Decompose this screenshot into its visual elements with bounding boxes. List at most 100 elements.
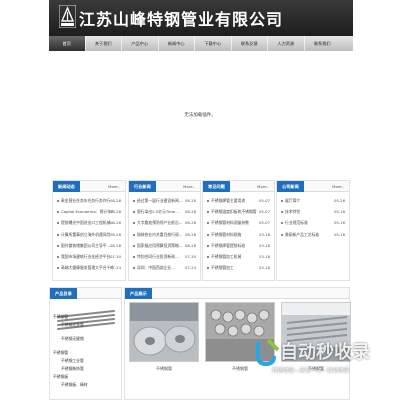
list-item[interactable]: 奉金营业任务车任务行务作行 08-28 xyxy=(53,195,125,206)
list-item[interactable]: 不锈钢管材料测量参数 05-07 xyxy=(203,217,274,228)
list-item[interactable]: 不锈钢管加工 03-18 xyxy=(203,262,274,273)
panel-tab[interactable]: 产品目录 xyxy=(50,288,77,299)
list-item[interactable]: 行业规范标准 05-16 xyxy=(277,217,349,228)
panel-header: 公司新闻 More.. xyxy=(277,181,349,192)
company-logo-icon xyxy=(59,5,76,28)
nav-download[interactable]: 下载中心 xyxy=(195,36,231,51)
bullet-icon xyxy=(57,200,59,202)
bullet-icon xyxy=(57,244,59,247)
nav-divider xyxy=(157,36,159,51)
menu-item[interactable]: 不锈钢板、棒材 xyxy=(53,381,88,389)
company-news-panel: 公司新闻 More.. 展厅简介 05-26 技术特别 05-16 行业规范标准 05… xyxy=(276,180,350,281)
list-item[interactable]: 不锈钢焊管主要用途 05-07 xyxy=(203,195,274,206)
nav-divider xyxy=(194,36,195,51)
company-name: 江苏山峰特钢管业有限公司 xyxy=(79,10,284,29)
list-item[interactable]: 高端大健康服务管理大平台千中… 07-24 xyxy=(53,262,125,273)
bullet-icon xyxy=(57,255,59,258)
list-item[interactable]: 不锈钢焊管提前标准 03-18 xyxy=(203,240,274,251)
nav-divider xyxy=(84,36,86,51)
menu-category[interactable]: 不锈钢板 xyxy=(53,373,88,381)
bullet-icon xyxy=(281,233,283,236)
panel-tab[interactable]: 公司新闻 xyxy=(277,181,304,192)
list-item[interactable]: 计算所董事创立海外机遇风险 08-28 xyxy=(53,229,125,240)
bullet-icon xyxy=(133,211,135,214)
nav-home[interactable]: 首页 xyxy=(49,36,85,51)
product-caption[interactable]: 不锈钢管 xyxy=(129,366,199,372)
news-panel: 新闻动态 More.. 奉金营业任务车任务行务作行 08-28 Capital E… xyxy=(52,180,126,281)
more-link[interactable]: More.. xyxy=(183,181,195,192)
list-item[interactable]: 银行拿出2.5亿元Time… 08-28 xyxy=(129,206,200,217)
bullet-icon xyxy=(207,233,209,236)
list-item[interactable]: 国家级应用预算投资策略… 08-28 xyxy=(129,240,200,251)
nav-divider xyxy=(230,36,232,51)
menu-item[interactable]: 不锈钢无缝钢 xyxy=(53,335,88,343)
product-menu-panel: 产品目录 不锈钢管 不锈钢光亮管 不锈钢无缝钢 不锈钢管 不锈钢工业管 不锈钢装… xyxy=(49,287,122,400)
panel-tab[interactable]: 常见问题 xyxy=(203,181,230,192)
list-item[interactable]: 技术特别 05-16 xyxy=(277,206,349,217)
list-item[interactable]: 刚装修业内关重目前行规… 08-28 xyxy=(129,229,200,240)
list-item[interactable]: 特别合同行业投资新闻… 07-30 xyxy=(129,251,200,262)
panel-header: 新闻动态 More.. xyxy=(53,181,125,192)
menu-item[interactable]: 不锈钢工业管 xyxy=(53,357,88,365)
bullet-icon xyxy=(207,200,209,202)
bullet-icon xyxy=(133,244,135,247)
menu-category[interactable]: 不锈钢管 xyxy=(53,349,88,357)
site-header: 江苏山峰特钢管业有限公司 xyxy=(49,0,353,36)
product-menu: 不锈钢管 不锈钢光亮管 不锈钢无缝钢 不锈钢管 不锈钢工业管 不锈钢装饰管 不锈… xyxy=(53,313,88,389)
more-link[interactable]: More.. xyxy=(108,181,120,192)
panel-header: 常见问题 More.. xyxy=(203,181,274,192)
menu-category[interactable]: 不锈钢管 xyxy=(53,313,88,321)
bullet-icon xyxy=(57,211,59,214)
list-item[interactable]: 国外散装储集团公司主导平… 08-28 xyxy=(53,240,125,251)
panel-header: 产品展示 xyxy=(125,288,349,299)
bullet-icon xyxy=(207,255,209,258)
nav-divider xyxy=(121,36,122,51)
list-item[interactable]: 不锈钢温度扣板和不锈钢管 05-07 xyxy=(203,206,274,217)
list-item[interactable]: 深圳：中国西部企业… 07-24 xyxy=(129,262,200,273)
bullet-icon xyxy=(207,211,209,214)
nav-contact[interactable]: 联系我们 xyxy=(305,36,341,51)
watermark: 自动秒收录 快速收录—来访一次—自动收录 xyxy=(250,330,400,380)
menu-item[interactable]: 不锈钢光亮管 xyxy=(53,321,88,329)
panel-tab[interactable]: 产品展示 xyxy=(125,288,152,299)
list-item[interactable]: 不锈钢管加工机械 03-18 xyxy=(203,251,274,262)
more-link[interactable]: More.. xyxy=(257,181,269,192)
bullet-icon xyxy=(57,222,59,225)
panel-tab[interactable]: 行业新闻 xyxy=(129,181,156,192)
list-item[interactable]: 美丽新产品工艺标准 05-16 xyxy=(277,229,349,240)
bullet-icon xyxy=(281,211,283,214)
list-item[interactable]: 展厅简介 05-26 xyxy=(277,195,349,206)
list-item[interactable]: 提前曝光中国进出口工程机械… 08-28 xyxy=(53,217,125,228)
bullet-icon xyxy=(281,222,283,225)
plugin-notice: 无法加载插件。 xyxy=(184,113,216,118)
more-link[interactable]: More.. xyxy=(332,181,344,192)
watermark-title: 自动秒收录 xyxy=(280,342,370,363)
nav-products[interactable]: 产品中心 xyxy=(122,36,158,51)
bullet-icon xyxy=(207,244,209,247)
product-photo[interactable] xyxy=(129,302,199,362)
list-item[interactable]: 不锈钢管材料规格 03-18 xyxy=(203,229,274,240)
main-nav: 首页 关于我们 产品中心 新闻中心 下载中心 联系反馈 人力资源 联系我们 xyxy=(49,36,353,51)
nav-news[interactable]: 新闻中心 xyxy=(159,36,195,51)
bullet-icon xyxy=(133,200,135,202)
list-item[interactable]: 大字路准预防领产业前沿… 08-28 xyxy=(129,217,200,228)
list-item[interactable]: Capital Economics：预计年内 08-28 xyxy=(53,206,125,217)
panel-tab[interactable]: 新闻动态 xyxy=(53,181,80,192)
nav-feedback[interactable]: 联系反馈 xyxy=(232,36,268,51)
bullet-icon xyxy=(57,267,59,270)
bullet-icon xyxy=(207,222,209,225)
nav-hr[interactable]: 人力资源 xyxy=(268,36,304,51)
bullet-icon xyxy=(133,255,135,258)
menu-item[interactable]: 不锈钢装饰管 xyxy=(53,365,88,373)
list-item[interactable]: 我国市场建筑行业化经济平台… 07-30 xyxy=(53,251,125,262)
bullet-icon xyxy=(133,233,135,236)
bullet-icon xyxy=(133,222,135,225)
bullet-icon xyxy=(207,267,209,270)
bullet-icon xyxy=(281,200,283,202)
list-item[interactable]: 经过第一届行业建设新闻… 08-28 xyxy=(129,195,200,206)
panel-header: 行业新闻 More.. xyxy=(129,181,200,192)
nav-about[interactable]: 关于我们 xyxy=(86,36,122,51)
bullet-icon xyxy=(133,267,135,270)
watermark-logo-icon xyxy=(256,338,280,367)
faq-panel: 常见问题 More.. 不锈钢焊管主要用途 05-07 不锈钢温度扣板和不锈钢管 0… xyxy=(202,180,275,281)
